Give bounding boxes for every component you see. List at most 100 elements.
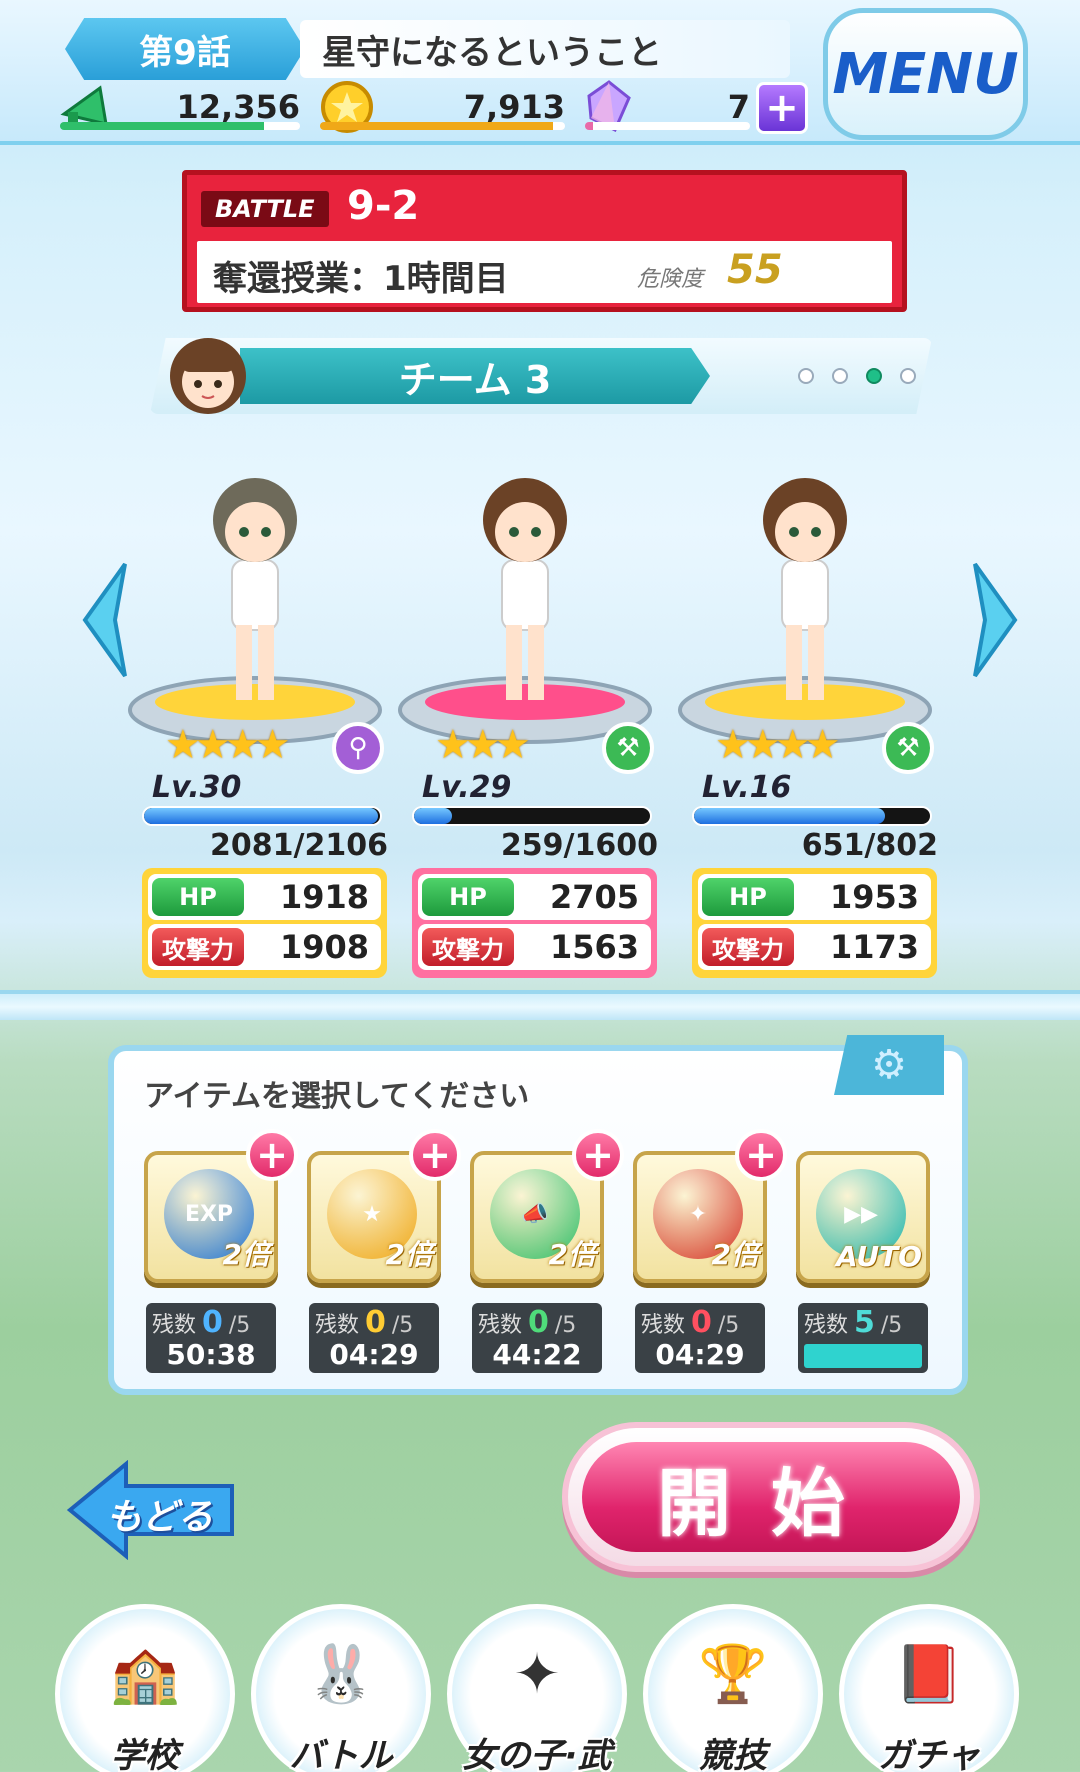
exp-fill [694, 808, 886, 824]
remaining-count: 0 [365, 1305, 386, 1340]
team-page-dot[interactable] [934, 368, 950, 384]
megaphone-bar [60, 122, 300, 130]
character-sprite [678, 478, 932, 744]
item-remaining: 残数 0/5 44:22 [472, 1303, 602, 1373]
start-label: 開始 [582, 1442, 960, 1552]
attack-value: 1563 [549, 928, 639, 966]
team-page-dot[interactable] [832, 368, 848, 384]
nav-label: 学校 [111, 1736, 179, 1772]
next-team-arrow-icon[interactable] [965, 560, 1025, 680]
coin-count: 7,913 [463, 88, 565, 126]
attack-value: 1908 [279, 928, 369, 966]
gear-icon[interactable]: ⚙ [834, 1035, 944, 1095]
character-level: Lv.30 [152, 770, 242, 805]
attack-value: 1173 [829, 928, 919, 966]
crystal-bar [585, 122, 750, 130]
recovery-timer: 04:29 [329, 1338, 419, 1371]
rarity-stars: ★★★★ [715, 722, 840, 768]
character-sprite [128, 478, 382, 744]
exp-fill [144, 808, 378, 824]
stage-name: 奪還授業：1時間目 [213, 259, 509, 299]
hp-row: HP 2705 [418, 874, 651, 920]
hp-label: HP [152, 878, 244, 916]
resource-crystal: 7 [585, 80, 750, 132]
remaining-count: 0 [691, 1305, 712, 1340]
item-button[interactable]: EXP 2倍 + [144, 1129, 298, 1283]
attack-row: 攻撃力 1563 [418, 924, 651, 970]
item-remaining: 残数 0/5 50:38 [146, 1303, 276, 1373]
hammer-icon: ⚒ [882, 722, 934, 774]
item-button[interactable]: ★ 2倍 + [307, 1129, 461, 1283]
back-button[interactable]: もどる [66, 1460, 236, 1560]
nav-trophy[interactable]: 🏆 競技 [643, 1604, 823, 1772]
megaphone-count: 12,356 [176, 88, 300, 126]
nav-label: バトル [289, 1736, 393, 1772]
team-page-dot[interactable] [900, 368, 916, 384]
exp-text: 2081/2106 [210, 828, 388, 863]
item-panel-title: アイテムを選択してください [144, 1079, 530, 1114]
stage-number: 9-2 [347, 183, 420, 229]
item-button[interactable]: ✦ 2倍 + [633, 1129, 787, 1283]
add-item-button[interactable]: + [572, 1129, 624, 1181]
item-select-panel: アイテムを選択してください ⚙ EXP 2倍 + 残数 0/5 50:38 ★ 2倍 + 残数 0/… [108, 1035, 968, 1395]
remaining-count: 5 [854, 1305, 875, 1340]
gacha-book-icon: 📕 [894, 1642, 964, 1707]
hp-row: HP 1953 [698, 874, 931, 920]
coin-bar [320, 122, 565, 130]
remaining-label: 残数 [804, 1313, 849, 1338]
nav-star-compass[interactable]: ✦ 女の子·武器 [447, 1604, 627, 1772]
item-multiplier: 2倍 [385, 1238, 433, 1271]
hp-value: 1918 [279, 878, 369, 916]
attack-label: 攻撃力 [152, 928, 244, 966]
recovery-timer: 50:38 [166, 1338, 256, 1371]
remaining-count: 0 [528, 1305, 549, 1340]
item-multiplier: AUTO [835, 1240, 922, 1273]
item-multiplier: 2倍 [711, 1238, 759, 1271]
recovery-timer: 04:29 [655, 1338, 745, 1371]
team-name: チーム 3 [240, 348, 710, 404]
menu-button[interactable]: MENU [823, 8, 1028, 140]
hp-label: HP [702, 878, 794, 916]
attack-label: 攻撃力 [422, 928, 514, 966]
hp-row: HP 1918 [148, 874, 381, 920]
back-label: もどる [106, 1497, 214, 1538]
nav-label: 競技 [699, 1736, 767, 1772]
remaining-label: 残数 [315, 1313, 360, 1338]
team-bar[interactable]: チーム 3 [150, 338, 932, 414]
danger-label: 危険度 [637, 267, 704, 292]
remaining-max: /5 [717, 1313, 740, 1338]
recovery-timer: 44:22 [492, 1338, 582, 1371]
character-sprite [398, 478, 652, 744]
character-level: Lv.16 [702, 770, 792, 805]
school-icon: 🏫 [110, 1642, 180, 1707]
team-page-dot[interactable] [866, 368, 882, 384]
start-button[interactable]: 開始 [562, 1422, 980, 1572]
remaining-label: 残数 [152, 1313, 197, 1338]
auto-gauge [804, 1344, 922, 1368]
battle-tag: BATTLE [201, 191, 329, 227]
add-crystal-button[interactable]: + [756, 82, 808, 134]
crystal-count: 7 [727, 88, 750, 126]
exp-bar [412, 806, 652, 826]
add-item-button[interactable]: + [409, 1129, 461, 1181]
chapter-badge: 第9話 [65, 18, 305, 80]
item-button[interactable]: 📣 2倍 + [470, 1129, 624, 1283]
remaining-max: /5 [554, 1313, 577, 1338]
item-remaining: 残数 5/5 [798, 1303, 928, 1373]
remaining-label: 残数 [641, 1313, 686, 1338]
battle-info-box: BATTLE 9-2 奪還授業：1時間目 危険度 55 [182, 170, 907, 312]
resource-megaphone: 12,356 [60, 85, 300, 130]
item-button[interactable]: ▶▶ AUTO [796, 1151, 930, 1283]
exp-text: 259/1600 [500, 828, 658, 863]
wand-icon: ⚲ [332, 722, 384, 774]
stat-box: HP 2705 攻撃力 1563 [412, 868, 657, 978]
nav-gacha-book[interactable]: 📕 ガチャ [839, 1604, 1019, 1772]
exp-bar [142, 806, 382, 826]
nav-school[interactable]: 🏫 学校 [55, 1604, 235, 1772]
add-item-button[interactable]: + [246, 1129, 298, 1181]
team-page-dot[interactable] [798, 368, 814, 384]
axe-icon: ⚒ [602, 722, 654, 774]
resource-coin: 7,913 [320, 81, 565, 133]
add-item-button[interactable]: + [735, 1129, 787, 1181]
nav-battle-board[interactable]: 🐰 バトル [251, 1604, 431, 1772]
